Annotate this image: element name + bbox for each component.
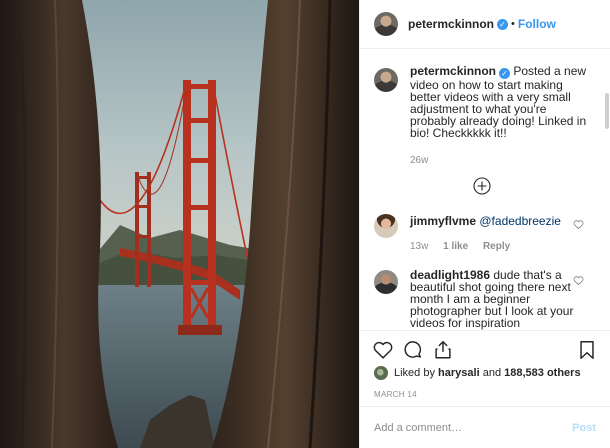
scrollbar-thumb[interactable] [605,93,609,129]
author-username[interactable]: petermckinnon [408,17,494,31]
speech-bubble-icon[interactable] [402,339,424,361]
heart-icon[interactable] [372,339,394,361]
comment-likes[interactable]: 1 like [443,241,468,252]
comment-row: jimmyflvme @fadedbreezie 13w 1 like Repl… [374,211,590,253]
reply-button[interactable]: Reply [483,241,510,252]
verified-badge-icon: ✓ [497,18,509,30]
follow-button[interactable]: Follow [518,17,556,31]
post-photo[interactable] [0,0,359,448]
comment-like-heart-icon[interactable] [573,275,584,286]
plus-circle-icon [473,177,491,195]
post-header: petermckinnon ✓ • Follow [360,0,610,49]
post-comment-button[interactable]: Post [572,422,596,434]
likes-conjunction: and [482,367,502,379]
comment-input[interactable] [374,421,573,434]
author-avatar[interactable] [374,12,398,36]
caption-row: petermckinnon ✓ Posted a new video on how… [374,65,590,167]
comments-scrollbar[interactable] [605,49,609,330]
likes-prefix: Liked by [394,367,435,379]
post-date[interactable]: MARCH 14 [374,390,417,399]
likes-summary[interactable]: Liked by harysali and 188,583 others [374,366,604,380]
likes-count[interactable]: 188,583 others [504,367,580,379]
bookmark-icon[interactable] [576,339,598,361]
post-actions [360,330,610,368]
load-more-comments-button[interactable] [374,177,590,195]
caption-age: 26w [410,155,429,166]
comment-like-heart-icon[interactable] [573,219,584,230]
header-separator: • [511,18,515,30]
golden-gate-bridge-photo [0,0,359,448]
caption-username[interactable]: petermckinnon [410,64,496,78]
share-icon[interactable] [432,339,454,361]
comments-list[interactable]: petermckinnon ✓ Posted a new video on how… [360,49,604,330]
caption-avatar[interactable] [374,68,398,92]
commenter-avatar[interactable] [374,270,398,294]
comment-row: deadlight1986 dude that's a beautiful sh… [374,267,590,329]
comment-text[interactable]: @fadedbreezie [479,214,561,228]
comment-age: 13w [410,241,429,252]
commenter-avatar[interactable] [374,214,398,238]
liker-avatar[interactable] [374,366,388,380]
add-comment-bar: Post [360,406,610,448]
commenter-username[interactable]: jimmyflvme [410,214,476,228]
post-side-panel: petermckinnon ✓ • Follow petermckinnon ✓ … [359,0,610,448]
liker-username[interactable]: harysali [438,367,480,379]
